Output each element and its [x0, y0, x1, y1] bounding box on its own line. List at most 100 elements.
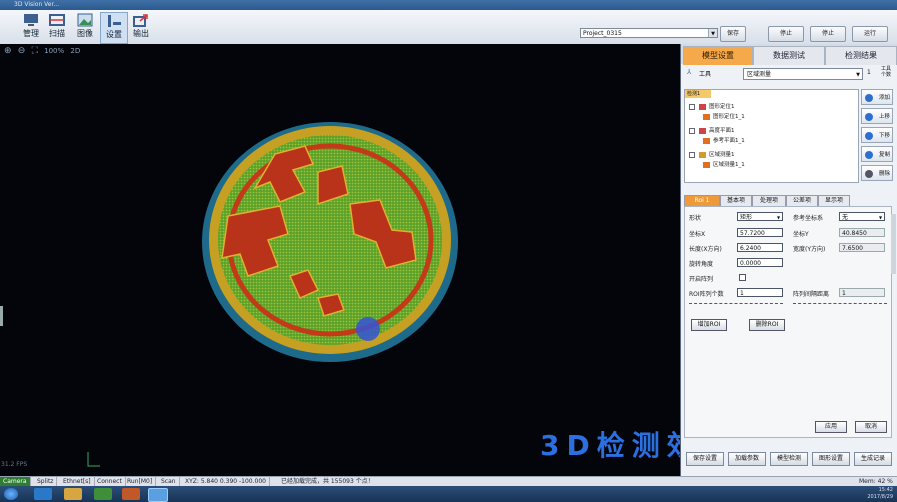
- active-app-taskbar-icon[interactable]: [148, 488, 168, 502]
- expand-icon[interactable]: [689, 151, 695, 158]
- 3d-viewport[interactable]: ⊕ ⊖ ⛶ 100% 2D 31.2 FPS 3D检测效果: [0, 44, 730, 476]
- chevron-down-icon: ▼: [878, 215, 883, 220]
- model-detect-button[interactable]: 模型检测: [770, 452, 808, 466]
- tool-row: ⅄ 工具 区域测量 ▼ 1 工具 个数: [685, 66, 893, 82]
- apply-button[interactable]: 应用: [815, 421, 847, 433]
- tool-count: 1: [867, 69, 871, 76]
- delete-roi-button[interactable]: 删除ROI: [749, 319, 785, 331]
- scan-label: 扫描: [49, 29, 65, 38]
- plane-icon: [699, 127, 706, 134]
- panel-bottom-buttons: 保存设置 加载参数 模型检测 图形设置 生成记录: [686, 452, 896, 468]
- tool-select[interactable]: 区域测量 ▼: [743, 68, 863, 80]
- panel-tabs: 模型设置 数据测试 检测结果: [681, 44, 897, 65]
- viewport-resize-grip[interactable]: [0, 306, 3, 326]
- export-icon: [133, 14, 148, 27]
- move-down-label: 下移: [878, 133, 890, 139]
- tree-node[interactable]: 图形定位1: [689, 102, 735, 110]
- props-scrollbar[interactable]: [891, 214, 896, 274]
- tool-icon: ⅄: [687, 68, 692, 76]
- roi-count-input[interactable]: 1: [737, 288, 783, 297]
- width-label: 宽度(Y方向): [793, 246, 826, 253]
- roi-properties: 形状 矩形 ▼ 参考坐标系 无 ▼ 坐标X 57.7200 坐标Y 40.8450 …: [684, 206, 892, 438]
- tab-basic-label: 基本项: [726, 197, 745, 204]
- tree-node-label: 高度平面1: [709, 128, 735, 134]
- trash-icon: [865, 170, 873, 178]
- load-params-button[interactable]: 加载参数: [728, 452, 766, 466]
- move-down-button[interactable]: 下移: [861, 127, 893, 143]
- add-roi-button[interactable]: 增加ROI: [691, 319, 727, 331]
- project-value: Project_0315: [583, 30, 622, 37]
- graphic-settings-button[interactable]: 图形设置: [812, 452, 850, 466]
- point-cloud-render: [87, 122, 458, 467]
- property-tabs: Roi 1 基本项 处理项 公差项 显示项: [684, 195, 894, 207]
- save-label: 保存: [726, 30, 739, 37]
- fps-label: 31.2 FPS: [1, 461, 28, 468]
- manage-button[interactable]: 管理: [18, 12, 44, 42]
- enable-array-checkbox[interactable]: [739, 274, 746, 281]
- media-taskbar-icon[interactable]: [122, 488, 140, 500]
- project-select[interactable]: Project_0315 ▼: [580, 28, 718, 38]
- divider: [689, 303, 783, 304]
- right-panel: 模型设置 数据测试 检测结果 ⅄ 工具 区域测量 ▼ 1 工具 个数 检测1 图…: [680, 44, 897, 476]
- cancel-label: 取消: [864, 423, 877, 430]
- plus-icon: [865, 94, 873, 102]
- tab-data-test[interactable]: 数据测试: [753, 46, 825, 65]
- copy-button[interactable]: 复制: [861, 146, 893, 162]
- tab-results-label: 检测结果: [845, 51, 877, 60]
- expand-icon[interactable]: [689, 127, 695, 134]
- width-input[interactable]: 7.6500: [839, 243, 885, 252]
- coord-x-input[interactable]: 57.7200: [737, 228, 783, 237]
- settings-label: 设置: [106, 30, 122, 39]
- settings-button[interactable]: 设置: [100, 12, 128, 44]
- tree-node-label: 图形定位1: [709, 104, 735, 110]
- rotation-input[interactable]: 0.0000: [737, 258, 783, 267]
- explorer-taskbar-icon[interactable]: [64, 488, 82, 500]
- save-button[interactable]: 保存: [720, 26, 746, 42]
- taskbar-clock[interactable]: 15:42 2017/8/29: [867, 487, 893, 501]
- save-settings-button[interactable]: 保存设置: [686, 452, 724, 466]
- clock-time: 15:42: [878, 487, 893, 493]
- coord-y-input[interactable]: 40.8450: [839, 228, 885, 237]
- tree-node-selected[interactable]: 区域测量1_1: [703, 160, 745, 168]
- tree-header: 检测1: [685, 90, 711, 98]
- ie-taskbar-icon[interactable]: [34, 488, 52, 500]
- cancel-button[interactable]: 取消: [855, 421, 887, 433]
- output-button[interactable]: 输出: [128, 12, 154, 42]
- tree-node[interactable]: 参考平面1_1: [703, 136, 745, 144]
- stop-button[interactable]: 停止: [768, 26, 804, 42]
- tab-model-settings[interactable]: 模型设置: [683, 46, 753, 65]
- tab-results[interactable]: 检测结果: [825, 46, 897, 65]
- tree-node-label: 区域测量1: [709, 152, 735, 158]
- run-button[interactable]: 运行: [852, 26, 888, 42]
- expand-icon[interactable]: [689, 103, 695, 110]
- roi-step-input[interactable]: 1: [839, 288, 885, 297]
- add-button[interactable]: 添加: [861, 89, 893, 105]
- load-params-label: 加载参数: [734, 455, 759, 462]
- ref-coord-select[interactable]: 无 ▼: [839, 212, 885, 221]
- coord-y-label: 坐标Y: [793, 231, 809, 238]
- ref-coord-label: 参考坐标系: [793, 215, 824, 222]
- length-input[interactable]: 6.2400: [737, 243, 783, 252]
- stop2-button[interactable]: 停止: [810, 26, 846, 42]
- roi-count-label: ROI阵列个数: [689, 291, 724, 298]
- delete-button[interactable]: 删除: [861, 165, 893, 181]
- ref-coord-value: 无: [842, 214, 849, 221]
- image-button[interactable]: 图像: [72, 12, 98, 42]
- arrow-up-icon: [865, 113, 873, 121]
- app-taskbar-icon[interactable]: [94, 488, 112, 500]
- link-icon: [703, 161, 710, 168]
- copy-label: 复制: [878, 152, 890, 158]
- tool-select-value: 区域测量: [747, 71, 772, 78]
- scan-button[interactable]: 扫描: [44, 12, 70, 42]
- tree-node[interactable]: 区域测量1: [689, 150, 735, 158]
- main-toolbar: 管理 扫描 图像 设置 输出 Project_0315 ▼ 保存 停止 停止 运…: [0, 10, 897, 45]
- generate-record-button[interactable]: 生成记录: [854, 452, 892, 466]
- shape-select[interactable]: 矩形 ▼: [737, 212, 783, 221]
- move-up-button[interactable]: 上移: [861, 108, 893, 124]
- tree-node[interactable]: 高度平面1: [689, 126, 735, 134]
- tree-node[interactable]: 图形定位1_1: [703, 112, 745, 120]
- tree-node-label: 图形定位1_1: [713, 114, 745, 120]
- copy-icon: [865, 151, 873, 159]
- clock-date: 2017/8/29: [867, 494, 893, 500]
- start-button[interactable]: [4, 488, 18, 500]
